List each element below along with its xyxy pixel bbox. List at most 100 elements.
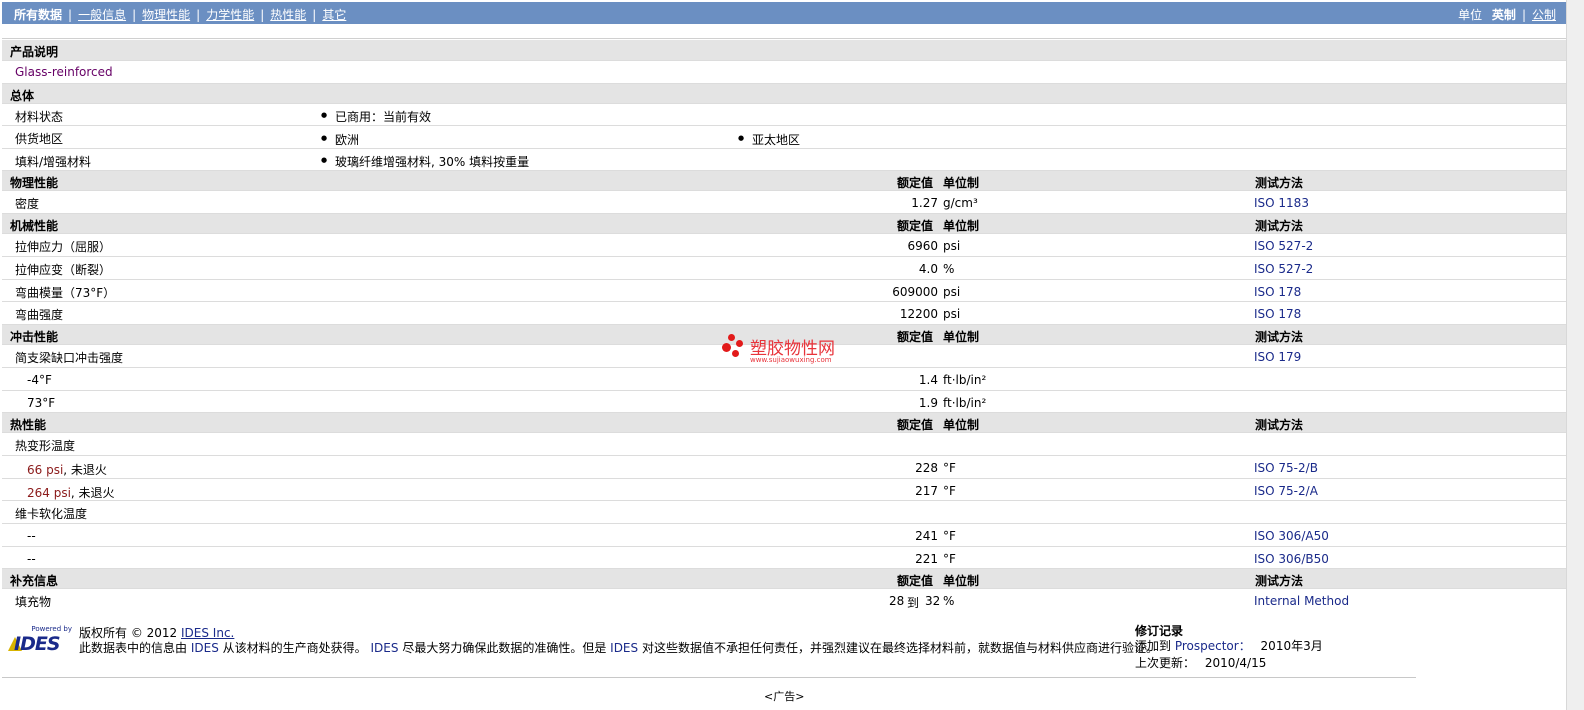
section-title: 产品说明 — [10, 45, 59, 59]
table-row: 填充物 28 到 32 % Internal Method — [2, 589, 1566, 612]
added-label: 添加到 — [1135, 639, 1172, 653]
table-row: 热变形温度 — [2, 433, 1566, 456]
unit-switcher: 单位 英制 | 公制 — [1458, 8, 1556, 22]
row-method: ISO 306/B50 — [1254, 552, 1329, 566]
col-nominal: 额定值 — [897, 330, 934, 344]
row-unit: °F — [943, 529, 956, 543]
row-unit: % — [943, 594, 955, 608]
nav-all-data[interactable]: 所有数据 — [14, 8, 62, 22]
divider — [2, 38, 1566, 39]
row-label: 密度 — [15, 197, 40, 211]
filler-value: 玻璃纤维增强材料, 30% 填料按重量 — [321, 153, 529, 170]
footer-divider — [2, 677, 1416, 678]
availability-value-1: 欧洲 — [321, 131, 359, 148]
row-unit: °F — [943, 461, 956, 475]
row-method: ISO 75-2/A — [1254, 484, 1318, 498]
availability-value-2: 亚太地区 — [738, 131, 800, 148]
material-status-value: 已商用：当前有效 — [321, 108, 431, 125]
row-method: ISO 178 — [1254, 285, 1302, 299]
row-value: 1.4 — [918, 373, 938, 387]
range-min: 28 — [889, 594, 905, 608]
ides-logo[interactable]: Powered by IDES — [8, 625, 72, 655]
row-label: 维卡软化温度 — [15, 507, 88, 521]
row-value: 228 — [915, 461, 938, 475]
disclaimer-part: 对这些数据值不承担任何责任，并强烈建议在最终选择材料前，就数据值与材料供应商进行… — [641, 641, 1158, 655]
nav-other[interactable]: 其它 — [322, 8, 346, 22]
nav-general[interactable]: 一般信息 — [78, 8, 126, 22]
table-row: 264 psi, 未退火 217 °F ISO 75-2/A — [2, 479, 1566, 501]
material-status-row: 材料状态 已商用：当前有效 — [2, 104, 1566, 126]
range-to: 到 — [907, 596, 920, 610]
units-imperial[interactable]: 英制 — [1492, 8, 1516, 22]
row-label: 弯曲强度 — [15, 308, 64, 322]
table-row: 66 psi, 未退火 228 °F ISO 75-2/B — [2, 456, 1566, 479]
row-label: 简支梁缺口冲击强度 — [15, 351, 124, 365]
range-max: 32 — [925, 594, 941, 608]
row-label: 拉伸应变（断裂） — [15, 263, 112, 277]
table-row: -- 241 °F ISO 306/A50 — [2, 524, 1566, 547]
nav-physical[interactable]: 物理性能 — [142, 8, 190, 22]
top-nav-bar: 所有数据 | 一般信息 | 物理性能 | 力学性能 | 热性能 | 其它 单位 英制 | 公制 — [2, 2, 1566, 24]
col-unit: 单位制 — [943, 219, 980, 233]
col-method: 测试方法 — [1255, 574, 1304, 588]
table-row: 拉伸应力（屈服） 6960 psi ISO 527-2 — [2, 234, 1566, 257]
col-method: 测试方法 — [1255, 330, 1304, 344]
section-header-general: 总体 — [2, 84, 1566, 104]
row-value: 12200 — [899, 307, 938, 321]
row-sublabel: 73°F — [27, 396, 56, 410]
disclaimer-brand: IDES — [610, 641, 639, 655]
nav-thermal[interactable]: 热性能 — [270, 8, 306, 22]
ad-placeholder: <广告> — [764, 690, 805, 703]
row-sublabel: 264 psi, 未退火 — [27, 484, 115, 501]
condition-annealing: , 未退火 — [63, 463, 107, 477]
row-value: 241 — [915, 529, 938, 543]
disclaimer-part: 此数据表中的信息由 — [79, 641, 188, 655]
units-label: 单位 — [1458, 8, 1483, 22]
nav-mechanical[interactable]: 力学性能 — [206, 8, 254, 22]
row-label: 拉伸应力（屈服） — [15, 240, 112, 254]
row-value: 1.9 — [918, 396, 938, 410]
disclaimer-part: 从该材料的生产商处获得。 — [222, 641, 367, 655]
row-value: 6960 — [907, 239, 938, 253]
condition-pressure: 264 psi — [27, 486, 71, 500]
row-label: 填充物 — [15, 595, 52, 609]
vertical-scrollbar[interactable] — [1566, 0, 1584, 710]
section-title: 热性能 — [10, 418, 47, 432]
col-unit: 单位制 — [943, 418, 980, 432]
disclaimer-part: 尽最大努力确保此数据的准确性。但是 — [402, 641, 607, 655]
section-nav: 所有数据 | 一般信息 | 物理性能 | 力学性能 | 热性能 | 其它 — [14, 8, 347, 22]
table-row: 73°F 1.9 ft·lb/in² — [2, 391, 1566, 413]
row-method: ISO 527-2 — [1254, 239, 1314, 253]
table-row: 弯曲强度 12200 psi ISO 178 — [2, 302, 1566, 325]
col-unit: 单位制 — [943, 574, 980, 588]
updated-label: 上次更新： — [1135, 656, 1196, 670]
row-value: 1.27 — [911, 196, 938, 210]
disclaimer-brand: IDES — [370, 641, 399, 655]
section-title: 冲击性能 — [10, 330, 59, 344]
row-unit: psi — [943, 285, 961, 299]
col-nominal: 额定值 — [897, 219, 934, 233]
row-unit: ft·lb/in² — [943, 396, 987, 410]
company-link[interactable]: IDES Inc. — [181, 626, 234, 640]
table-row: -4°F 1.4 ft·lb/in² — [2, 368, 1566, 391]
description-row: Glass-reinforced — [2, 61, 1566, 84]
copyright-text: 版权所有 © 2012 — [79, 626, 178, 640]
row-unit: g/cm³ — [943, 196, 978, 210]
logo-wordmark: IDES — [14, 633, 61, 655]
table-row: -- 221 °F ISO 306/B50 — [2, 547, 1566, 569]
units-metric[interactable]: 公制 — [1532, 8, 1556, 22]
row-label: 热变形温度 — [15, 439, 76, 453]
condition-annealing: , 未退火 — [70, 486, 115, 500]
row-unit: °F — [943, 552, 956, 566]
row-value: 4.0 — [918, 262, 938, 276]
section-header-description: 产品说明 — [2, 40, 1566, 61]
row-method: ISO 75-2/B — [1254, 461, 1318, 475]
row-value: 221 — [915, 552, 938, 566]
row-method: ISO 178 — [1254, 307, 1302, 321]
condition-pressure: 66 psi — [27, 463, 64, 477]
col-method: 测试方法 — [1255, 418, 1304, 432]
row-label: 供货地区 — [15, 132, 64, 146]
col-method: 测试方法 — [1255, 176, 1304, 190]
watermark-url: www.sujiaowuxing.com — [750, 356, 832, 364]
col-unit: 单位制 — [943, 330, 980, 344]
